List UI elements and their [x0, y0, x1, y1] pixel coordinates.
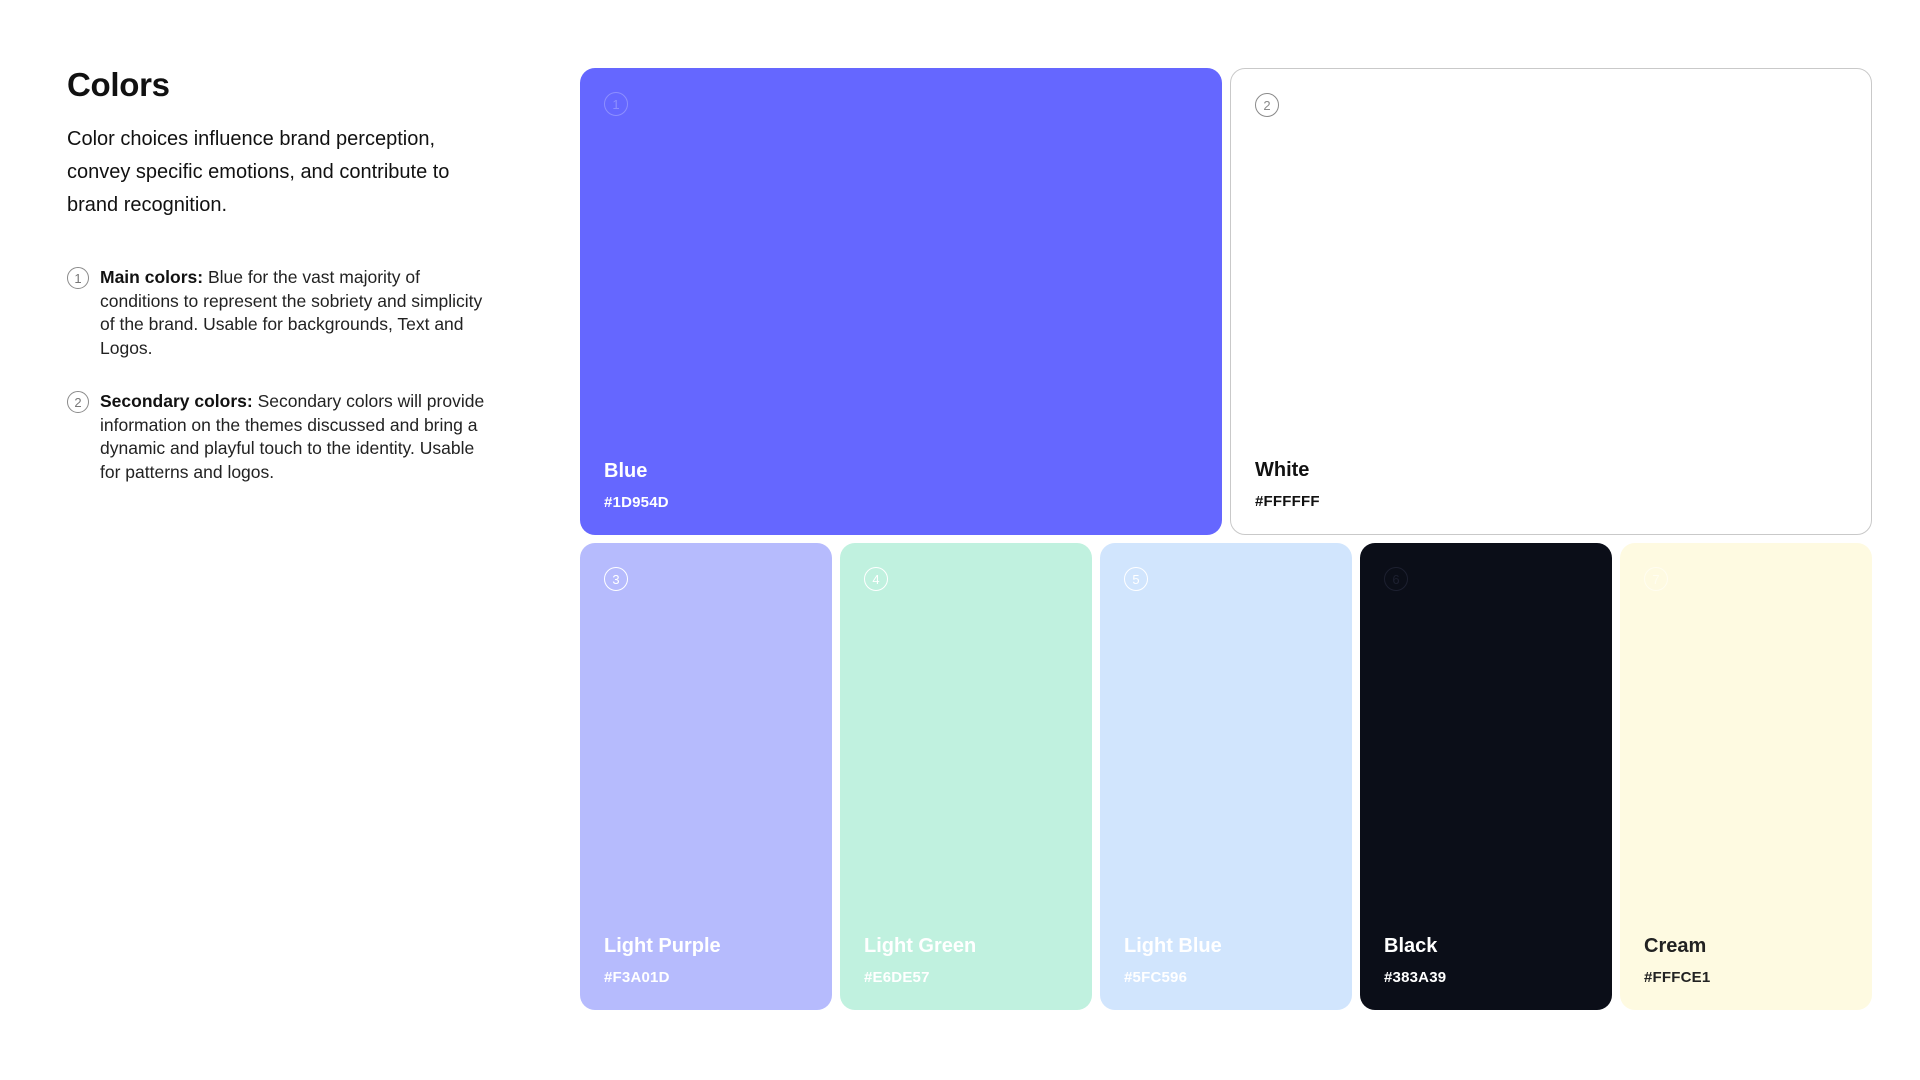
- note-number-badge: 2: [67, 391, 89, 413]
- swatch-light-blue: 5 Light Blue #5FC596: [1100, 543, 1352, 1010]
- swatch-hex-code: #FFFCE1: [1644, 969, 1711, 986]
- swatch-light-green: 4 Light Green #E6DE57: [840, 543, 1092, 1010]
- swatch-number-badge: 1: [604, 92, 628, 116]
- swatch-name: Cream: [1644, 935, 1707, 957]
- swatch-hex-code: #FFFFFF: [1255, 493, 1320, 510]
- page-title: Colors: [67, 66, 170, 103]
- note-text: Main colors: Blue for the vast majority …: [100, 266, 495, 360]
- swatch-number-badge: 4: [864, 567, 888, 591]
- swatch-number-badge: 3: [604, 567, 628, 591]
- swatch-name: Blue: [604, 460, 648, 482]
- swatch-hex-code: #1D954D: [604, 494, 669, 511]
- swatch-light-purple: 3 Light Purple #F3A01D: [580, 543, 832, 1010]
- swatch-cream: 7 Cream #FFFCE1: [1620, 543, 1872, 1010]
- swatch-number-badge: 7: [1644, 567, 1668, 591]
- note-text: Secondary colors: Secondary colors will …: [100, 390, 495, 484]
- colors-description: Colors Color choices influence brand per…: [67, 66, 497, 514]
- swatch-name: Light Purple: [604, 935, 721, 957]
- note-label: Secondary colors:: [100, 391, 253, 411]
- swatch-hex-code: #383A39: [1384, 969, 1447, 986]
- swatch-number-badge: 6: [1384, 567, 1408, 591]
- swatch-name: Light Green: [864, 935, 977, 957]
- note-label: Main colors:: [100, 267, 204, 287]
- intro-paragraph: Color choices influence brand perception…: [67, 128, 450, 216]
- swatch-black: 6 Black #383A39: [1360, 543, 1612, 1010]
- swatch-blue: 1 Blue #1D954D: [580, 68, 1222, 535]
- swatch-name: Light Blue: [1124, 935, 1222, 957]
- note-secondary-colors: 2 Secondary colors: Secondary colors wil…: [67, 390, 497, 484]
- swatch-hex-code: #E6DE57: [864, 969, 930, 986]
- note-main-colors: 1 Main colors: Blue for the vast majorit…: [67, 266, 497, 360]
- swatch-number-badge: 5: [1124, 567, 1148, 591]
- swatch-hex-code: #5FC596: [1124, 969, 1188, 986]
- note-number-badge: 1: [67, 267, 89, 289]
- swatch-white: 2 White #FFFFFF: [1230, 68, 1872, 535]
- swatch-name: White: [1255, 459, 1310, 481]
- swatch-hex-code: #F3A01D: [604, 969, 670, 986]
- swatch-name: Black: [1384, 935, 1438, 957]
- swatch-number-badge: 2: [1255, 93, 1279, 117]
